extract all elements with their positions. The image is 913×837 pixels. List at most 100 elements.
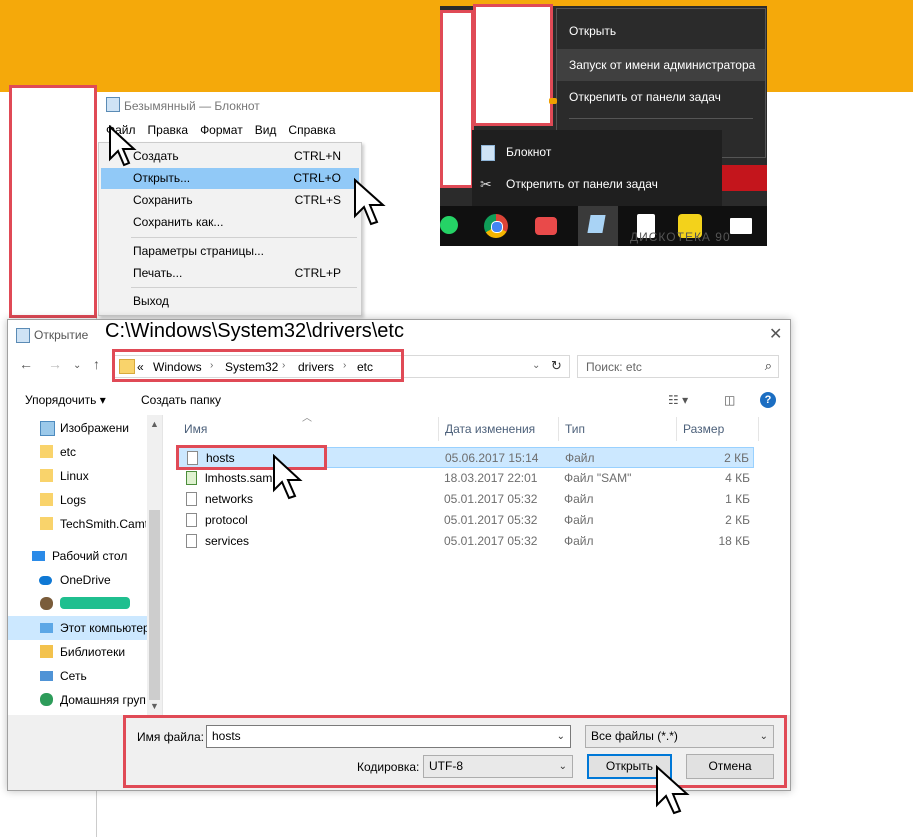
- notepad-icon: [106, 97, 120, 112]
- tree-item-logs[interactable]: Logs: [8, 488, 146, 512]
- menu-item-label: Сохранить как...: [133, 215, 224, 229]
- preview-pane-icon[interactable]: ◫: [724, 393, 735, 407]
- chevron-down-icon[interactable]: ⌄: [532, 360, 540, 371]
- file-row-services[interactable]: services 05.01.2017 05:32 Файл 18 КБ: [178, 531, 754, 552]
- file-type: Файл: [564, 513, 594, 527]
- help-icon[interactable]: ?: [760, 392, 776, 408]
- jumplist-unpin[interactable]: ✂ Открепить от панели задач: [472, 168, 722, 200]
- menu-item-shortcut: CTRL+O: [293, 171, 341, 185]
- tree-item-techsmith[interactable]: TechSmith.Camt: [8, 512, 146, 536]
- tree-item-this-pc[interactable]: Этот компьютер: [8, 616, 147, 640]
- new-folder-button[interactable]: Создать папку: [141, 393, 221, 407]
- tree-item-onedrive[interactable]: OneDrive: [8, 568, 146, 592]
- file-row-networks[interactable]: networks 05.01.2017 05:32 Файл 1 КБ: [178, 489, 754, 510]
- mouse-cursor-icon: [656, 765, 690, 815]
- search-box[interactable]: Поиск: etc ⌕: [577, 355, 779, 378]
- file-menu-page-setup[interactable]: Параметры страницы...: [101, 241, 359, 262]
- file-size: 2 КБ: [725, 513, 750, 527]
- tree-item-label: Этот компьютер: [60, 621, 147, 635]
- menu-edit[interactable]: Правка: [142, 120, 195, 140]
- desktop-icon: [32, 551, 45, 561]
- context-run-as-admin[interactable]: Запуск от имени администратора: [557, 49, 765, 81]
- chrome-icon[interactable]: [484, 214, 508, 238]
- tree-item-user[interactable]: [8, 592, 146, 616]
- mail-icon[interactable]: [730, 218, 752, 234]
- taskbar-background-text: ДИСКОТЕКА 90: [630, 230, 731, 244]
- file-type: Файл: [564, 492, 594, 506]
- tree-item-label: Библиотеки: [60, 645, 126, 659]
- tree-item-network[interactable]: Сеть: [8, 664, 146, 688]
- context-open[interactable]: Открыть: [557, 15, 765, 47]
- refresh-icon[interactable]: ↻: [551, 358, 562, 374]
- file-name: services: [205, 534, 250, 548]
- file-date: 05.01.2017 05:32: [444, 534, 538, 548]
- column-header-name[interactable]: Имя: [178, 417, 439, 441]
- tree-item-label: TechSmith.Camt: [60, 517, 146, 531]
- notepad-title: Безымянный — Блокнот: [106, 97, 260, 113]
- mouse-cursor-icon: [273, 454, 303, 500]
- tree-item-label: Сеть: [60, 669, 87, 683]
- tree-item-libraries[interactable]: Библиотеки: [8, 640, 146, 664]
- file-menu-save-as[interactable]: Сохранить как...: [101, 212, 359, 233]
- close-icon[interactable]: ✕: [769, 324, 782, 344]
- column-header-type[interactable]: Тип: [559, 417, 677, 441]
- file-menu-create[interactable]: Создать CTRL+N: [101, 146, 359, 167]
- up-arrow-icon[interactable]: ↑: [93, 356, 100, 372]
- network-icon: [40, 671, 53, 681]
- file-size: 18 КБ: [718, 534, 750, 548]
- taskbar: ДИСКОТЕКА 90: [440, 206, 767, 246]
- menu-item-label: Открыть...: [133, 171, 191, 185]
- file-menu-save[interactable]: Сохранить CTRL+S: [101, 190, 359, 211]
- taskbar-notepad-active[interactable]: [578, 206, 618, 246]
- folder-icon: [40, 445, 53, 458]
- file-size: 1 КБ: [725, 492, 750, 506]
- tree-item-homegroup[interactable]: Домашняя груп: [8, 688, 146, 712]
- tree-item-label: Logs: [60, 493, 87, 507]
- file-row-protocol[interactable]: protocol 05.01.2017 05:32 Файл 2 КБ: [178, 510, 754, 531]
- computer-icon: [40, 623, 53, 633]
- scroll-up-icon[interactable]: ▲: [150, 419, 159, 429]
- highlight-box: [112, 349, 404, 382]
- file-icon: [186, 492, 197, 506]
- navigation-tree: Изображени etc Linux Logs TechSmith.Camt…: [8, 415, 163, 715]
- tree-item-etc[interactable]: etc: [8, 440, 146, 464]
- tree-item-linux[interactable]: Linux: [8, 464, 146, 488]
- jumplist-app-notepad[interactable]: Блокнот: [472, 136, 722, 168]
- tree-item-desktop[interactable]: Рабочий стол: [8, 544, 146, 568]
- menu-help[interactable]: Справка: [282, 120, 341, 140]
- column-header-date[interactable]: Дата изменения: [439, 417, 559, 441]
- context-unpin[interactable]: Открепить от панели задач: [557, 81, 765, 113]
- menu-separator: [131, 287, 357, 288]
- tree-item-label: etc: [60, 445, 77, 459]
- app-name: Блокнот: [506, 145, 552, 159]
- history-dropdown-icon[interactable]: ⌄: [73, 360, 81, 371]
- file-menu-print[interactable]: Печать... CTRL+P: [101, 263, 359, 284]
- highlight-box: [176, 445, 327, 470]
- view-options-icon[interactable]: ☷ ▾: [668, 393, 688, 407]
- file-menu-open[interactable]: Открыть... CTRL+O: [101, 168, 359, 189]
- tree-item-pictures[interactable]: Изображени: [8, 416, 146, 440]
- redaction-box: [9, 85, 97, 318]
- tree-item-label: OneDrive: [60, 573, 111, 587]
- redaction-box: [473, 4, 553, 126]
- file-menu-exit[interactable]: Выход: [101, 291, 359, 312]
- scroll-down-icon[interactable]: ▼: [150, 701, 159, 711]
- snipping-tool-icon[interactable]: [535, 217, 557, 235]
- menu-item-label: Параметры страницы...: [133, 244, 264, 258]
- pictures-folder-icon: [40, 421, 55, 436]
- folder-icon: [40, 493, 53, 506]
- forward-arrow-icon[interactable]: →: [48, 356, 62, 372]
- scroll-thumb[interactable]: [149, 510, 160, 700]
- file-row-lmhosts[interactable]: lmhosts.sam 18.03.2017 22:01 Файл "SAM" …: [178, 468, 754, 489]
- whatsapp-icon[interactable]: [440, 216, 458, 234]
- menu-format[interactable]: Формат: [194, 120, 249, 140]
- column-header-size[interactable]: Размер: [677, 417, 759, 441]
- file-type: Файл "SAM": [564, 471, 632, 485]
- back-arrow-icon[interactable]: ←: [19, 356, 33, 372]
- organize-button[interactable]: Упорядочить ▾: [25, 393, 106, 407]
- tree-scrollbar[interactable]: ▲ ▼: [147, 415, 162, 715]
- mouse-cursor-icon: [109, 125, 137, 167]
- menu-view[interactable]: Вид: [249, 120, 283, 140]
- file-type: Файл: [564, 534, 594, 548]
- pin-indicator: [549, 98, 557, 104]
